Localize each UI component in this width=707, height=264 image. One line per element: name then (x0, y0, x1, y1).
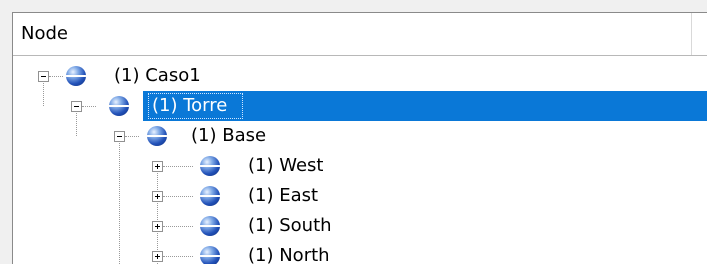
node-globe-icon (66, 66, 86, 86)
collapse-icon[interactable] (114, 131, 125, 142)
expand-icon[interactable] (152, 161, 163, 172)
tree-row-west[interactable]: (1) West (13, 151, 707, 181)
collapse-icon[interactable] (71, 101, 82, 112)
expand-icon[interactable] (152, 251, 163, 262)
tree-node-label: (1) East (248, 185, 319, 206)
tree-guide-line (163, 256, 193, 257)
tree-rows: (1) Caso1 (1) Torre (1) Base (1) West (1… (13, 55, 707, 264)
tree-node-label: (1) North (248, 245, 330, 264)
column-header[interactable]: Node (13, 13, 707, 56)
tree-row-south[interactable]: (1) South (13, 211, 707, 241)
node-globe-icon (109, 96, 129, 116)
expand-icon[interactable] (152, 191, 163, 202)
tree-node-label: (1) Base (191, 125, 267, 146)
tree-row-caso1[interactable]: (1) Caso1 (13, 61, 707, 91)
tree-guide-line (82, 106, 96, 107)
tree-node-label: (1) South (248, 215, 332, 236)
tree-row-north[interactable]: (1) North (13, 241, 707, 264)
tree-row-torre[interactable]: (1) Torre (13, 91, 707, 121)
column-header-label: Node (21, 23, 68, 44)
node-globe-icon (200, 246, 220, 264)
collapse-icon[interactable] (38, 71, 49, 82)
tree-view[interactable]: Node (1) Caso1 (1) Torre (1) Base (1) We… (12, 12, 707, 264)
tree-node-label: (1) Torre (152, 95, 228, 116)
node-globe-icon (147, 126, 167, 146)
node-globe-icon (200, 186, 220, 206)
expand-icon[interactable] (152, 221, 163, 232)
tree-node-label: (1) Caso1 (114, 65, 201, 86)
tree-guide-line (49, 76, 63, 77)
node-globe-icon (200, 216, 220, 236)
node-globe-icon (200, 156, 220, 176)
tree-guide-line (163, 196, 193, 197)
tree-guide-line (163, 226, 193, 227)
tree-row-base[interactable]: (1) Base (13, 121, 707, 151)
column-separator[interactable] (691, 13, 692, 55)
tree-node-label: (1) West (248, 155, 324, 176)
tree-guide-line (163, 166, 193, 167)
tree-guide-line (125, 136, 139, 137)
tree-row-east[interactable]: (1) East (13, 181, 707, 211)
